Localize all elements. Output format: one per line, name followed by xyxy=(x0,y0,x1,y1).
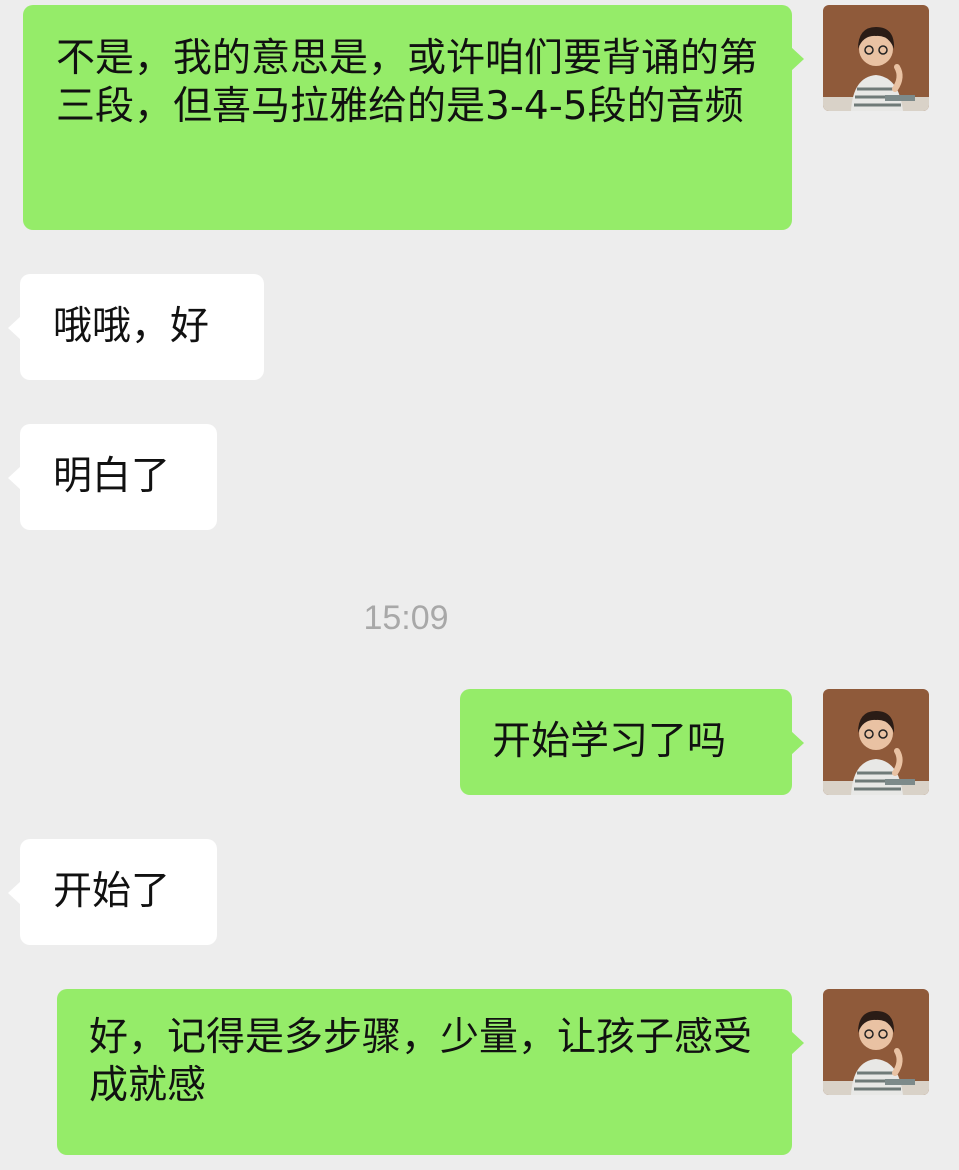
incoming-message-bubble[interactable]: 明白了 xyxy=(8,424,217,530)
message-text: 好，记得是多步骤，少量，让孩子感受成就感 xyxy=(89,1015,753,1108)
user-photo-icon xyxy=(823,5,929,111)
outgoing-message-bubble[interactable]: 不是，我的意思是，或许咱们要背诵的第三段，但喜马拉雅给的是3-4-5段的音频 xyxy=(23,5,804,230)
outgoing-message-bubble[interactable]: 好，记得是多步骤，少量，让孩子感受成就感 xyxy=(57,989,804,1155)
message-text: 哦哦，好 xyxy=(53,304,210,349)
message-text: 不是，我的意思是，或许咱们要背诵的第三段，但喜马拉雅给的是3-4-5段的音频 xyxy=(56,36,759,129)
message-text: 开始学习了吗 xyxy=(492,719,727,764)
message-timestamp: 15:09 xyxy=(363,599,449,637)
message-text: 明白了 xyxy=(53,454,171,499)
incoming-message-bubble[interactable]: 开始了 xyxy=(8,839,217,945)
my-avatar[interactable] xyxy=(823,689,929,795)
outgoing-message-bubble[interactable]: 开始学习了吗 xyxy=(460,689,804,795)
message-text: 开始了 xyxy=(53,869,171,914)
incoming-message-bubble[interactable]: 哦哦，好 xyxy=(8,274,264,380)
my-avatar[interactable] xyxy=(823,989,929,1095)
chat-message-list[interactable]: 不是，我的意思是，或许咱们要背诵的第三段，但喜马拉雅给的是3-4-5段的音频 哦… xyxy=(0,0,959,1170)
my-avatar[interactable] xyxy=(823,5,929,111)
user-photo-icon xyxy=(823,989,929,1095)
user-photo-icon xyxy=(823,689,929,795)
